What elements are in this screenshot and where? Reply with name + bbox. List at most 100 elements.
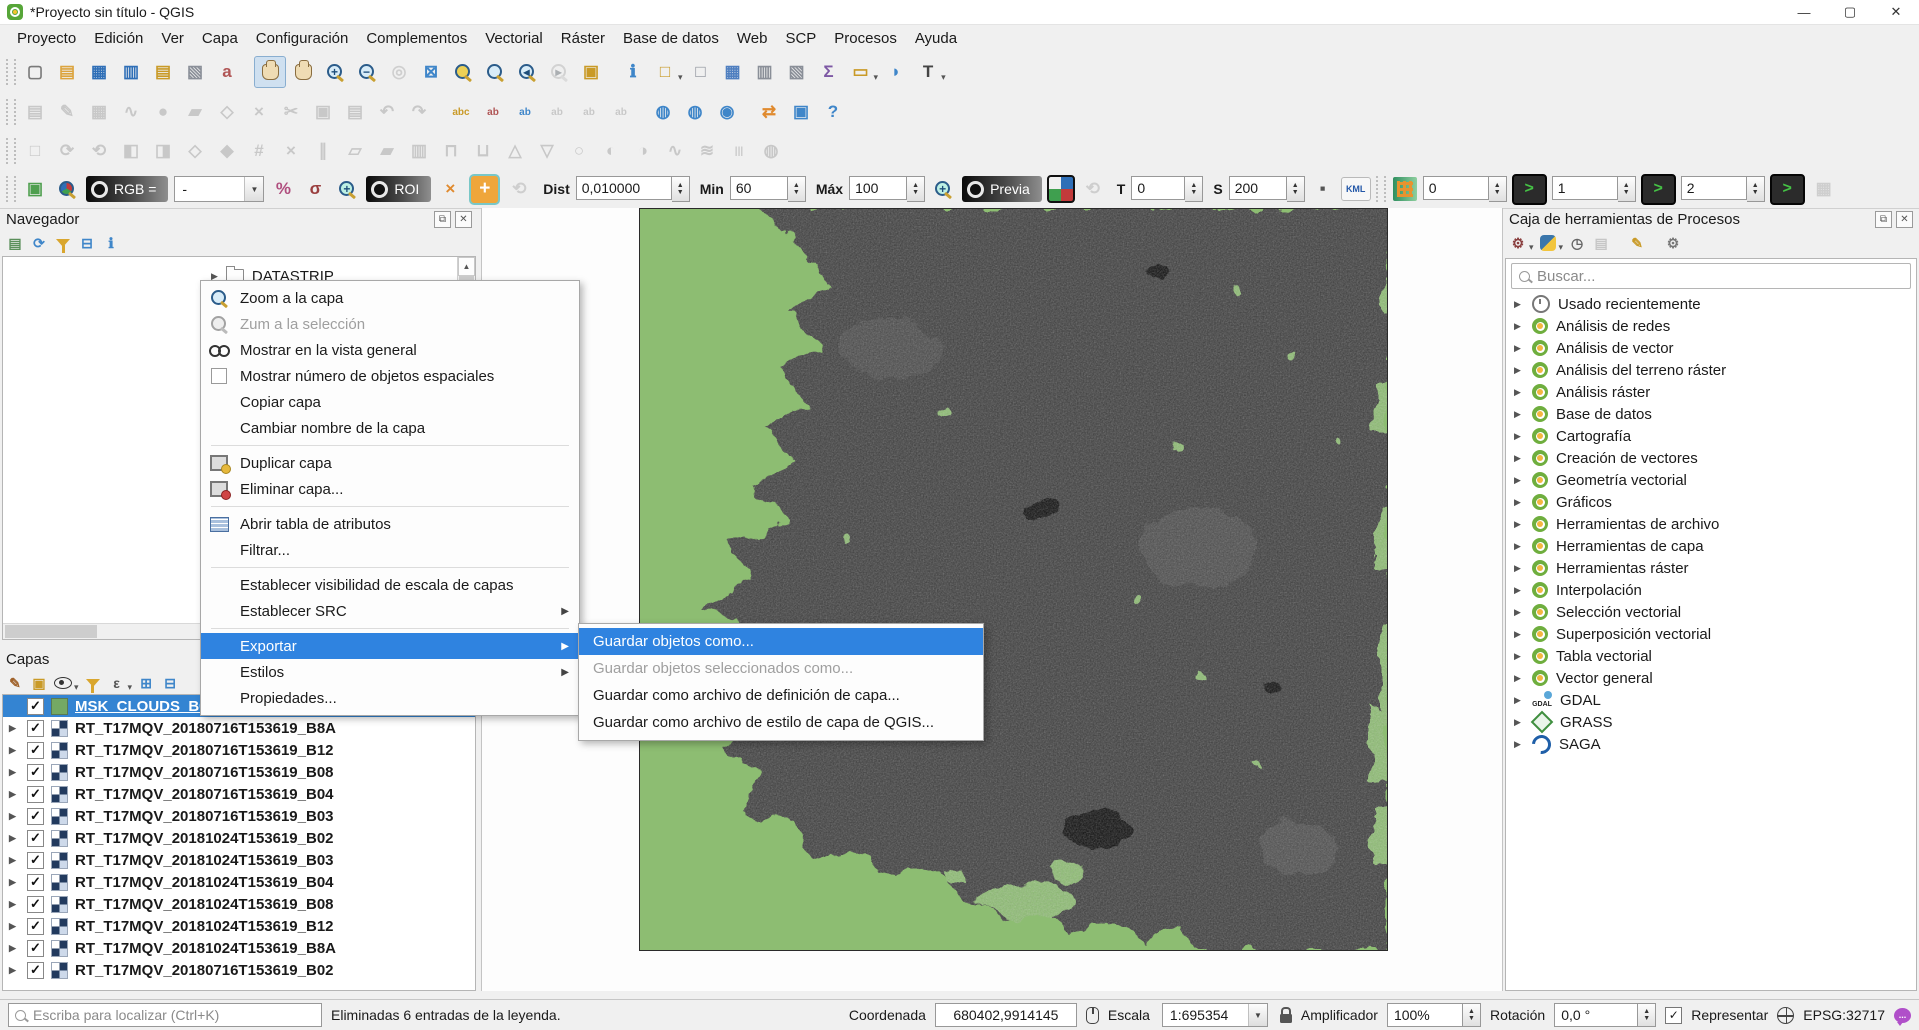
toolbox-group-an-lisis-del-terreno-r-ster[interactable]: ▶Análisis del terreno ráster xyxy=(1506,359,1916,381)
expand-arrow-icon[interactable]: ▶ xyxy=(1514,497,1524,508)
add-polygon-feature-icon[interactable]: ▰ xyxy=(180,97,210,127)
dropdown-arrow-icon[interactable]: ▾ xyxy=(1529,242,1534,253)
ellipse-tool-icon[interactable]: ∿ xyxy=(660,136,690,166)
close-button[interactable]: ✕ xyxy=(1873,0,1919,24)
layers-filter-expression-icon[interactable]: ε xyxy=(106,672,128,694)
menu-item-mostrar-n-mero-de-objetos-espaciales[interactable]: Mostrar número de objetos espaciales xyxy=(201,363,579,389)
spinner-arrows-icon[interactable]: ▲▼ xyxy=(672,176,690,202)
map-tips-icon[interactable]: ◗ xyxy=(881,57,911,87)
layer-row[interactable]: ▶✓RT_T17MQV_20181024T153619_B12 xyxy=(3,915,475,937)
zoom-to-selection-icon[interactable] xyxy=(480,57,510,87)
browser-collapse-all-icon[interactable]: ⊟ xyxy=(76,232,98,254)
menu-base-de-datos[interactable]: Base de datos xyxy=(614,27,728,50)
expand-arrow-icon[interactable]: ▶ xyxy=(9,965,20,976)
expand-arrow-icon[interactable]: ▶ xyxy=(1514,519,1524,530)
reshape-features-icon[interactable]: ∥ xyxy=(308,136,338,166)
toolbox-group-selecci-n-vectorial[interactable]: ▶Selección vectorial xyxy=(1506,601,1916,623)
toolbox-group-vector-general[interactable]: ▶Vector general xyxy=(1506,667,1916,689)
spinner-arrows-icon[interactable]: ▲▼ xyxy=(788,176,806,202)
menu-r-ster[interactable]: Ráster xyxy=(552,27,614,50)
expand-arrow-icon[interactable]: ▶ xyxy=(1514,387,1524,398)
layout-atlas-icon[interactable]: ▥ xyxy=(750,57,780,87)
browser-refresh-icon[interactable]: ⟳ xyxy=(28,232,50,254)
expand-arrow-icon[interactable]: ▶ xyxy=(9,855,20,866)
scp-rgb-select[interactable]: -▼ xyxy=(174,176,264,202)
dropdown-arrow-icon[interactable]: ▾ xyxy=(1559,242,1564,253)
scp-preview-zoom-icon[interactable]: + xyxy=(928,174,958,204)
menu-proyecto[interactable]: Proyecto xyxy=(8,27,85,50)
statistical-summary-icon[interactable]: Σ xyxy=(814,57,844,87)
redo-icon[interactable]: ↷ xyxy=(404,97,434,127)
toolbox-group-grass[interactable]: ▶GRASS xyxy=(1506,711,1916,733)
move-label-icon[interactable]: ab xyxy=(510,97,540,127)
toolbox-close-button[interactable]: ✕ xyxy=(1896,211,1913,228)
toolbox-group-saga[interactable]: ▶SAGA xyxy=(1506,733,1916,755)
delete-ring-icon[interactable]: ◆ xyxy=(212,136,242,166)
toolbox-group-interpolaci-n[interactable]: ▶Interpolación xyxy=(1506,579,1916,601)
layer-row[interactable]: ▶✓RT_T17MQV_20180716T153619_B8A xyxy=(3,717,475,739)
zoom-out-icon[interactable]: − xyxy=(352,57,382,87)
scp-kml-icon[interactable]: KML xyxy=(1341,177,1371,201)
text-annotation-icon[interactable]: T xyxy=(913,57,943,87)
spinner-arrows-icon[interactable]: ▲▼ xyxy=(907,176,925,202)
layer-row[interactable]: ▶✓RT_T17MQV_20180716T153619_B08 xyxy=(3,761,475,783)
toolbox-group-cartograf-a[interactable]: ▶Cartografía xyxy=(1506,425,1916,447)
layer-visibility-checkbox[interactable]: ✓ xyxy=(27,874,44,891)
toolbox-results-viewer-icon[interactable]: ▤ xyxy=(1590,232,1612,254)
expand-arrow-icon[interactable]: ▶ xyxy=(1514,607,1524,618)
rectangle-tool-icon[interactable]: ≋ xyxy=(692,136,722,166)
maximize-button[interactable]: ▢ xyxy=(1827,0,1873,24)
style-manager-icon[interactable]: a xyxy=(212,57,242,87)
browser-float-button[interactable]: ⧉ xyxy=(434,211,451,228)
spinner-arrows-icon[interactable]: ▲▼ xyxy=(1489,176,1507,202)
scp-dist-input[interactable]: 0,010000▲▼ xyxy=(576,176,690,202)
toolbox-group-herramientas-r-ster[interactable]: ▶Herramientas ráster xyxy=(1506,557,1916,579)
minimize-button[interactable]: — xyxy=(1781,0,1827,24)
digitize-segment-icon[interactable]: ∿ xyxy=(116,97,146,127)
menu-procesos[interactable]: Procesos xyxy=(825,27,906,50)
parallel-lines-icon[interactable]: ||| xyxy=(724,136,754,166)
scp-tools-icon[interactable]: ⇄ xyxy=(754,97,784,127)
menu-item-abrir-tabla-de-atributos[interactable]: Abrir tabla de atributos xyxy=(201,511,579,537)
menu-capa[interactable]: Capa xyxy=(193,27,247,50)
rotate-point-symbols-icon[interactable]: ⊔ xyxy=(468,136,498,166)
open-project-icon[interactable]: ▤ xyxy=(52,57,82,87)
scp-rgb-blocks-icon[interactable] xyxy=(1046,174,1076,204)
expand-arrow-icon[interactable]: ▶ xyxy=(1514,431,1524,442)
browser-close-button[interactable]: ✕ xyxy=(455,211,472,228)
layers-collapse-all-icon[interactable]: ⊟ xyxy=(159,672,181,694)
toolbox-group-geometr-a-vectorial[interactable]: ▶Geometría vectorial xyxy=(1506,469,1916,491)
layers-expand-all-icon[interactable]: ⊞ xyxy=(135,672,157,694)
scrollbar-thumb[interactable] xyxy=(5,625,97,638)
menu-item-exportar[interactable]: Exportar▶ xyxy=(201,633,579,659)
expand-arrow-icon[interactable]: ▶ xyxy=(1514,673,1524,684)
magnifier-stepper[interactable]: 100% ▲▼ xyxy=(1387,1003,1481,1027)
layer-visibility-checkbox[interactable]: ✓ xyxy=(27,764,44,781)
spinner-arrows-icon[interactable]: ▲▼ xyxy=(1185,176,1203,202)
cut-features-icon[interactable]: ✂ xyxy=(276,97,306,127)
expand-arrow-icon[interactable]: ▶ xyxy=(1514,717,1524,728)
toolbox-group-herramientas-de-capa[interactable]: ▶Herramientas de capa xyxy=(1506,535,1916,557)
layer-row[interactable]: ▶✓RT_T17MQV_20181024T153619_B02 xyxy=(3,827,475,849)
scp-bandset-grid-icon[interactable] xyxy=(1390,174,1420,204)
menu-item-duplicar-capa[interactable]: Duplicar capa xyxy=(201,450,579,476)
spinner-arrows-icon[interactable]: ▲▼ xyxy=(1463,1003,1481,1027)
render-checkbox[interactable]: ✓ xyxy=(1665,1007,1682,1024)
expand-arrow-icon[interactable]: ▶ xyxy=(1514,321,1524,332)
offset-point-symbol-icon[interactable]: △ xyxy=(500,136,530,166)
menu-edici-n[interactable]: Edición xyxy=(85,27,152,50)
dropdown-arrow-icon[interactable]: ▾ xyxy=(128,682,133,693)
scp-run-band0[interactable]: > xyxy=(1512,174,1547,205)
rotate-label-icon[interactable]: ab xyxy=(606,97,636,127)
expand-arrow-icon[interactable]: ▶ xyxy=(9,745,20,756)
zoom-to-layer-icon[interactable] xyxy=(448,57,478,87)
toolbox-history-icon[interactable]: ◷ xyxy=(1566,232,1588,254)
pan-to-selection-icon[interactable] xyxy=(288,57,318,87)
expand-arrow-icon[interactable]: ▶ xyxy=(9,899,20,910)
menu-item-zoom-a-la-capa[interactable]: Zoom a la capa xyxy=(201,285,579,311)
layer-labeling-icon[interactable]: abc xyxy=(446,97,476,127)
expand-arrow-icon[interactable]: ▶ xyxy=(1514,343,1524,354)
toggle-editing-icon[interactable]: ✎ xyxy=(52,97,82,127)
toolbar-drag-handle[interactable] xyxy=(6,138,16,164)
layer-diagram-icon[interactable]: ab xyxy=(478,97,508,127)
